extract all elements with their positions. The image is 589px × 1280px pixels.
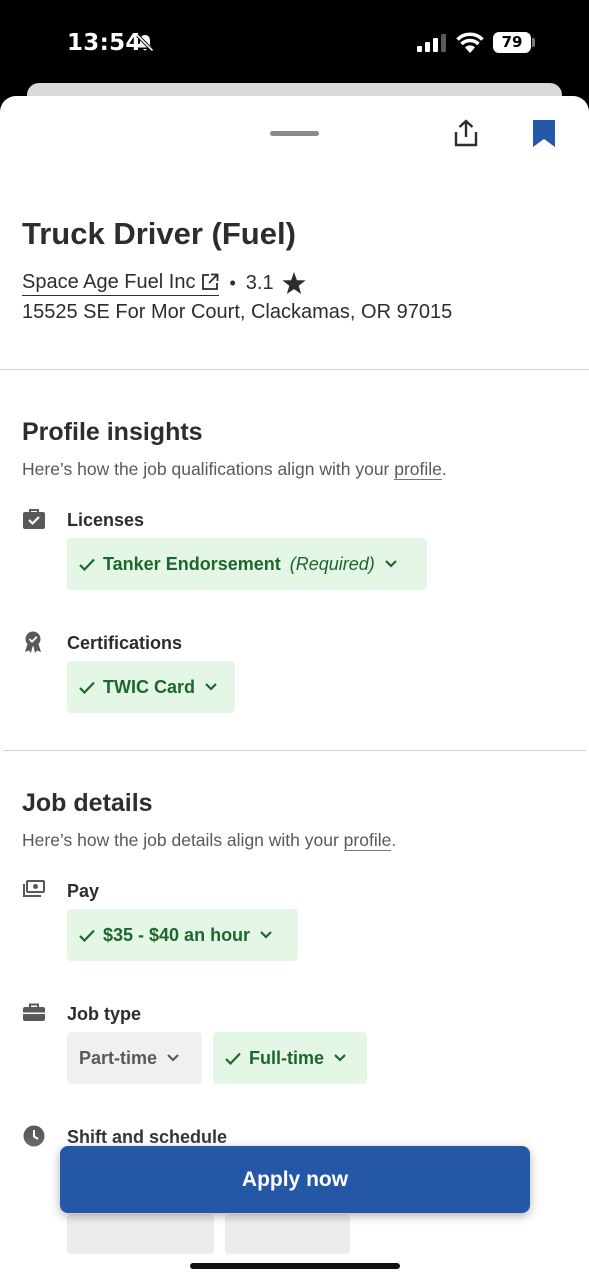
- chip-part-time[interactable]: Part-time: [67, 1032, 202, 1084]
- profile-insights-subtitle: Here’s how the job qualifications align …: [22, 459, 447, 480]
- share-icon[interactable]: [453, 119, 479, 147]
- job-title: Truck Driver (Fuel): [22, 216, 296, 251]
- pay-label: Pay: [67, 881, 100, 901]
- profile-link[interactable]: profile: [394, 459, 442, 480]
- chevron-down-icon: [260, 931, 272, 939]
- chevron-down-icon: [334, 1054, 346, 1062]
- company-link[interactable]: Space Age Fuel Inc: [22, 270, 220, 296]
- company-name: Space Age Fuel Inc: [22, 270, 196, 293]
- chip-twic-card[interactable]: TWIC Card: [67, 661, 235, 713]
- profile-insights-title: Profile insights: [22, 418, 203, 446]
- bookmark-icon[interactable]: [532, 120, 556, 148]
- chip-label: Part-time: [79, 1047, 158, 1068]
- job-type-label: Job type: [67, 1004, 142, 1024]
- star-icon: [281, 271, 306, 294]
- bell-slash-icon: [136, 34, 154, 52]
- certification-ribbon-icon: [25, 631, 41, 653]
- company-line: Space Age Fuel Inc • 3.1: [22, 268, 306, 298]
- external-link-icon: [202, 273, 219, 290]
- battery-icon: 79: [493, 32, 531, 53]
- separator-dot: •: [229, 272, 236, 293]
- battery-tip: [532, 38, 535, 47]
- chip-label: Tanker Endorsement: [103, 553, 281, 574]
- check-icon: [79, 929, 95, 942]
- status-time: 13:54: [67, 30, 142, 56]
- job-address: 15525 SE For Mor Court, Clackamas, OR 97…: [22, 301, 453, 323]
- chip-tanker-endorsement[interactable]: Tanker Endorsement (Required): [67, 538, 427, 590]
- check-icon: [79, 681, 95, 694]
- license-badge-icon: [23, 509, 45, 529]
- chip-full-time[interactable]: Full-time: [213, 1032, 367, 1084]
- profile-link[interactable]: profile: [343, 830, 392, 851]
- chevron-down-icon: [167, 1054, 179, 1062]
- chevron-down-icon: [384, 560, 397, 568]
- chip-label: Full-time: [249, 1047, 324, 1068]
- wifi-icon: [456, 32, 484, 53]
- schedule-chip-placeholder: [225, 1214, 350, 1254]
- required-note: (Required): [289, 553, 375, 574]
- section-divider: [0, 369, 589, 370]
- job-detail-sheet: Truck Driver (Fuel) Space Age Fuel Inc •…: [0, 96, 589, 1280]
- status-bar: 13:54 79: [0, 0, 589, 90]
- job-details-title: Job details: [22, 789, 153, 817]
- signal-icon: [417, 34, 446, 52]
- sheet-grabber-handle[interactable]: [270, 131, 319, 136]
- licenses-label: Licenses: [67, 510, 145, 530]
- check-icon: [225, 1052, 241, 1065]
- money-icon: [23, 880, 45, 897]
- chip-label: $35 - $40 an hour: [103, 924, 251, 945]
- company-rating: 3.1: [245, 271, 274, 294]
- certifications-label: Certifications: [67, 633, 183, 653]
- subtitle-text: Here’s how the job qualifications align …: [22, 459, 395, 479]
- job-details-subtitle: Here’s how the job details align with yo…: [22, 830, 396, 851]
- subtitle-period: .: [391, 830, 397, 850]
- chip-label: TWIC Card: [103, 676, 195, 697]
- home-indicator: [190, 1263, 400, 1269]
- subtitle-period: .: [441, 459, 447, 479]
- check-icon: [79, 558, 95, 571]
- section-divider: [3, 750, 586, 751]
- briefcase-icon: [23, 1003, 45, 1021]
- chip-pay-range[interactable]: $35 - $40 an hour: [67, 909, 298, 961]
- chevron-down-icon: [205, 683, 217, 691]
- subtitle-text: Here’s how the job details align with yo…: [22, 830, 344, 850]
- apply-now-button[interactable]: Apply now: [60, 1146, 530, 1213]
- schedule-chip-placeholder: [67, 1214, 214, 1254]
